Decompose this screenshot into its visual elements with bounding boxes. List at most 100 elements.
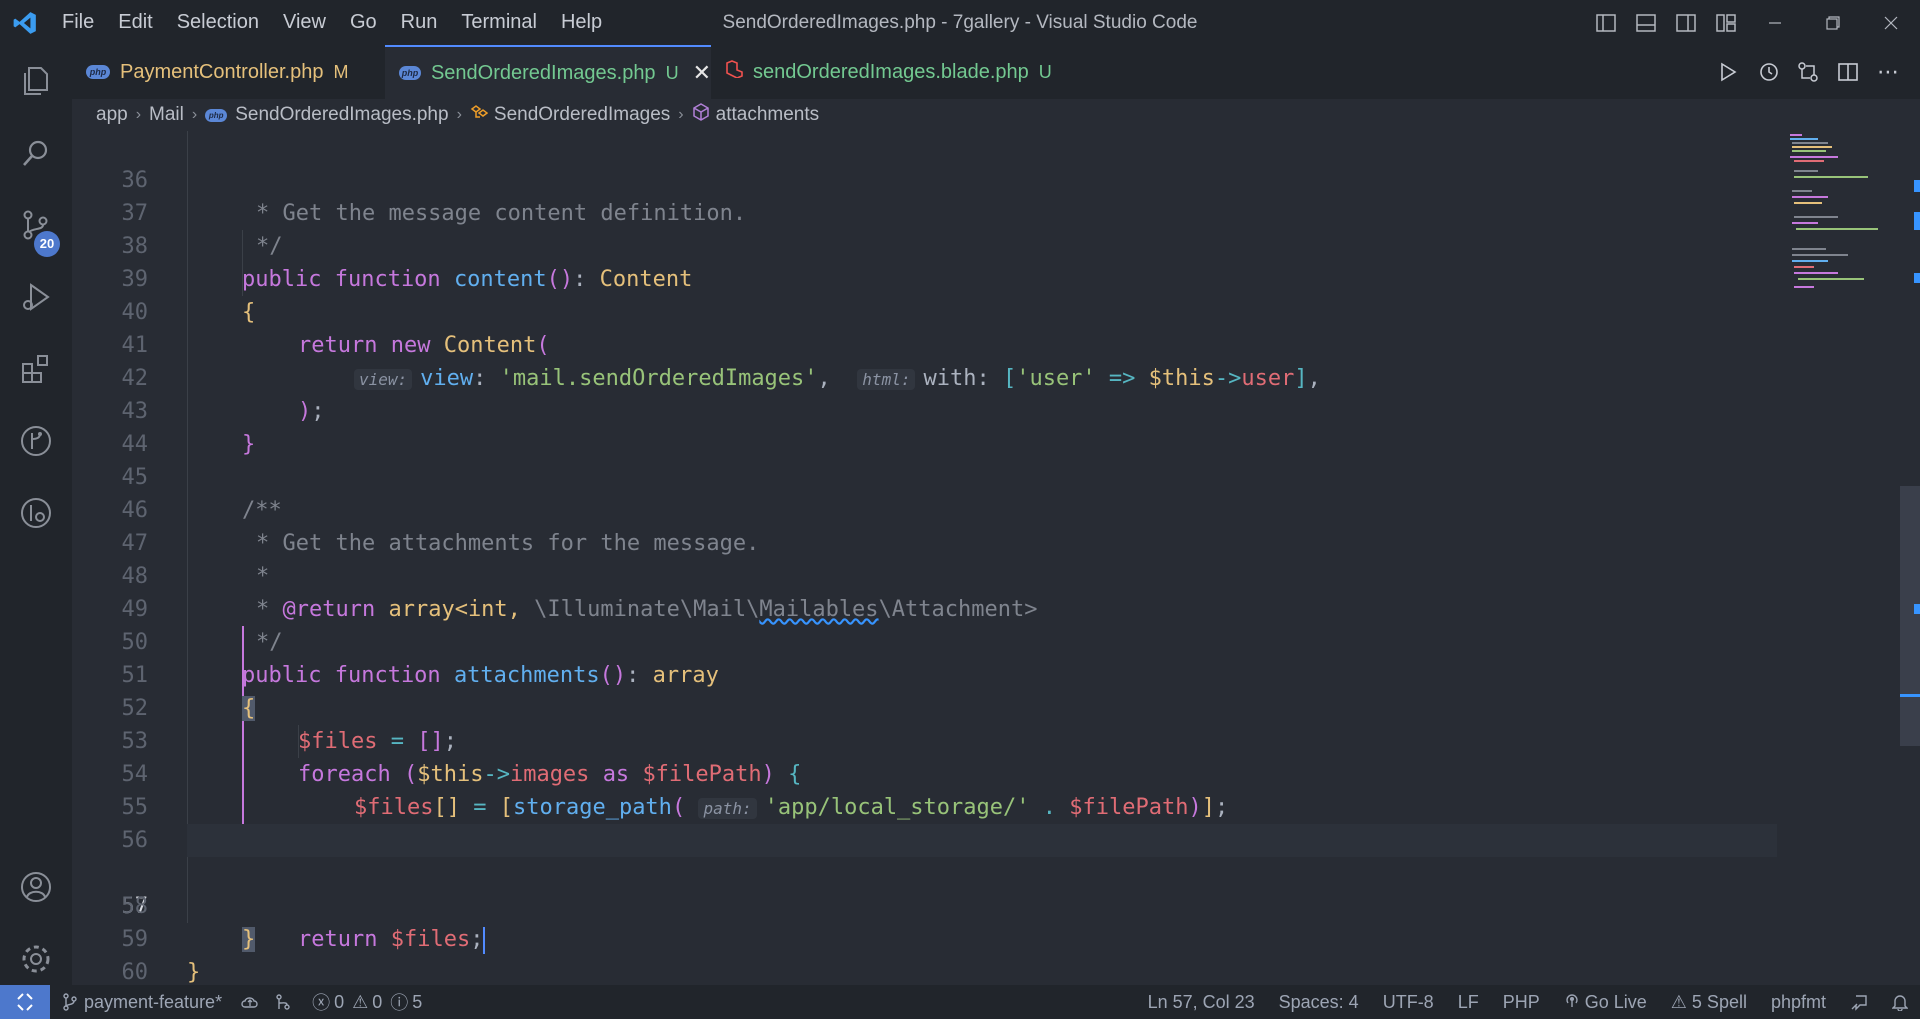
git-lens-icon[interactable] bbox=[0, 477, 72, 549]
code-line: 45 /** bbox=[72, 428, 1772, 523]
minimize-icon[interactable] bbox=[1746, 0, 1804, 45]
git-graph-icon[interactable] bbox=[0, 405, 72, 477]
class-symbol-icon bbox=[470, 104, 489, 126]
toggle-panel-icon[interactable] bbox=[1626, 0, 1666, 45]
sync-icon[interactable] bbox=[234, 985, 266, 1019]
breadcrumb: app › Mail › php SendOrderedImages.php ›… bbox=[72, 99, 1920, 131]
menu-bar: File Edit Selection View Go Run Terminal… bbox=[50, 0, 614, 45]
toggle-primary-sidebar-icon[interactable] bbox=[1586, 0, 1626, 45]
code-line: 42 ); bbox=[72, 329, 1772, 424]
menu-run[interactable]: Run bbox=[389, 0, 450, 45]
title-controls bbox=[1586, 0, 1920, 45]
breadcrumb-app[interactable]: app bbox=[96, 104, 128, 126]
split-editor-icon[interactable] bbox=[1828, 45, 1868, 99]
end-of-line[interactable]: LF bbox=[1446, 985, 1491, 1019]
code-line: 51 { bbox=[72, 626, 1772, 721]
chevron-right-icon: › bbox=[191, 106, 198, 123]
code-line: 44 bbox=[72, 395, 1772, 457]
warning-icon: ⚠ bbox=[1670, 991, 1687, 1012]
timeline-history-icon[interactable] bbox=[1748, 45, 1788, 99]
source-control-icon[interactable]: 20 bbox=[0, 189, 72, 261]
php-file-icon: php bbox=[86, 65, 110, 79]
menu-selection[interactable]: Selection bbox=[165, 0, 271, 45]
code-line: 48 * @return array<int, \Illuminate\Mail… bbox=[72, 527, 1772, 622]
more-actions-icon[interactable]: ⋯ bbox=[1868, 45, 1908, 99]
tab-send-ordered-images[interactable]: php SendOrderedImages.php U ✕ bbox=[385, 45, 711, 99]
code-line: 59 } bbox=[72, 890, 1772, 985]
tab-label: SendOrderedImages.php bbox=[430, 61, 656, 84]
scrollbar-thumb[interactable] bbox=[1900, 486, 1920, 746]
language-mode[interactable]: PHP bbox=[1491, 985, 1552, 1019]
current-line-highlight bbox=[187, 824, 1777, 857]
code-line: 49 */ bbox=[72, 560, 1772, 655]
code-line: 37 */ bbox=[72, 164, 1772, 259]
menu-terminal[interactable]: Terminal bbox=[449, 0, 549, 45]
go-live-label: Go Live bbox=[1584, 991, 1647, 1012]
remote-indicator-icon[interactable] bbox=[0, 985, 50, 1019]
php-file-icon: php bbox=[399, 66, 421, 80]
breadcrumb-file-label: SendOrderedImages.php bbox=[235, 104, 449, 125]
breadcrumb-file[interactable]: php SendOrderedImages.php bbox=[205, 104, 449, 126]
warning-icon: ⚠ bbox=[352, 991, 369, 1012]
scroll-marker bbox=[1914, 273, 1920, 283]
menu-help[interactable]: Help bbox=[549, 0, 614, 45]
menu-edit[interactable]: Edit bbox=[106, 0, 164, 45]
scroll-marker bbox=[1914, 604, 1920, 614]
search-icon[interactable] bbox=[0, 117, 72, 189]
code-line: 41 view: view: 'mail.sendOrderedImages', … bbox=[72, 296, 1772, 391]
error-icon: ⓧ bbox=[312, 993, 331, 1013]
tab-payment-controller[interactable]: php PaymentController.php M bbox=[72, 45, 385, 99]
warning-count: 0 bbox=[372, 991, 383, 1012]
close-icon[interactable]: ✕ bbox=[693, 60, 711, 86]
run-debug-icon[interactable] bbox=[0, 261, 72, 333]
breadcrumb-class[interactable]: SendOrderedImages bbox=[470, 104, 670, 126]
feedback-icon[interactable] bbox=[1838, 985, 1880, 1019]
title-bar: File Edit Selection View Go Run Terminal… bbox=[0, 0, 1920, 45]
code-line: 56 bbox=[72, 791, 1772, 853]
code-editor[interactable]: 36 * Get the message content definition.… bbox=[72, 131, 1920, 985]
toggle-secondary-sidebar-icon[interactable] bbox=[1666, 0, 1706, 45]
encoding[interactable]: UTF-8 bbox=[1371, 985, 1446, 1019]
restore-icon[interactable] bbox=[1804, 0, 1862, 45]
info-icon: ⓘ bbox=[390, 993, 409, 1013]
code-line: 52 $files = []; bbox=[72, 659, 1772, 754]
explorer-icon[interactable] bbox=[0, 45, 72, 117]
code-line-current: 57 return $files; bbox=[72, 824, 1777, 954]
indentation[interactable]: Spaces: 4 bbox=[1267, 985, 1371, 1019]
editor-actions: ⋯ bbox=[1708, 45, 1908, 99]
cursor-position[interactable]: Ln 57, Col 23 bbox=[1136, 985, 1267, 1019]
chevron-right-icon: › bbox=[456, 106, 462, 123]
breadcrumb-method[interactable]: attachments bbox=[692, 103, 819, 127]
git-branch[interactable]: payment-feature* bbox=[50, 985, 234, 1019]
accounts-icon[interactable] bbox=[0, 851, 72, 923]
tab-status: U bbox=[665, 62, 679, 83]
customize-layout-icon[interactable] bbox=[1706, 0, 1746, 45]
extensions-icon[interactable] bbox=[0, 333, 72, 405]
formatter[interactable]: phpfmt bbox=[1759, 985, 1838, 1019]
php-file-icon: php bbox=[205, 108, 228, 122]
minimap[interactable] bbox=[1788, 131, 1888, 301]
breadcrumb-mail[interactable]: Mail bbox=[149, 104, 184, 126]
method-symbol-icon bbox=[692, 103, 710, 127]
code-line: 54 $files[] = [storage_path( path:'app/l… bbox=[72, 725, 1772, 820]
menu-view[interactable]: View bbox=[271, 0, 338, 45]
code-line: 39 { bbox=[72, 230, 1772, 325]
code-line: 50 public function attachments(): array bbox=[72, 593, 1772, 688]
code-line: 46 * Get the attachments for the message… bbox=[72, 461, 1772, 556]
git-graph-status-icon[interactable] bbox=[266, 985, 300, 1019]
status-bar: payment-feature* ⓧ 0 ⚠ 0 ⓘ 5 Ln 57, Col … bbox=[0, 985, 1920, 1019]
menu-go[interactable]: Go bbox=[338, 0, 389, 45]
run-icon[interactable] bbox=[1708, 45, 1748, 99]
spell-checker[interactable]: ⚠ 5 Spell bbox=[1659, 985, 1759, 1019]
tab-send-ordered-images-blade[interactable]: sendOrderedImages.blade.php U bbox=[711, 45, 1052, 99]
menu-file[interactable]: File bbox=[50, 0, 106, 45]
close-window-icon[interactable] bbox=[1862, 0, 1920, 45]
problems-indicator[interactable]: ⓧ 0 ⚠ 0 ⓘ 5 bbox=[300, 985, 434, 1019]
code-line: 58 } bbox=[72, 857, 1772, 952]
go-live-button[interactable]: Go Live bbox=[1552, 985, 1659, 1019]
compare-changes-icon[interactable] bbox=[1788, 45, 1828, 99]
code-line: 36 * Get the message content definition. bbox=[72, 131, 1772, 226]
line-number: 60 bbox=[121, 960, 149, 985]
activity-bar: 20 bbox=[0, 45, 72, 985]
notifications-bell-icon[interactable] bbox=[1880, 985, 1920, 1019]
